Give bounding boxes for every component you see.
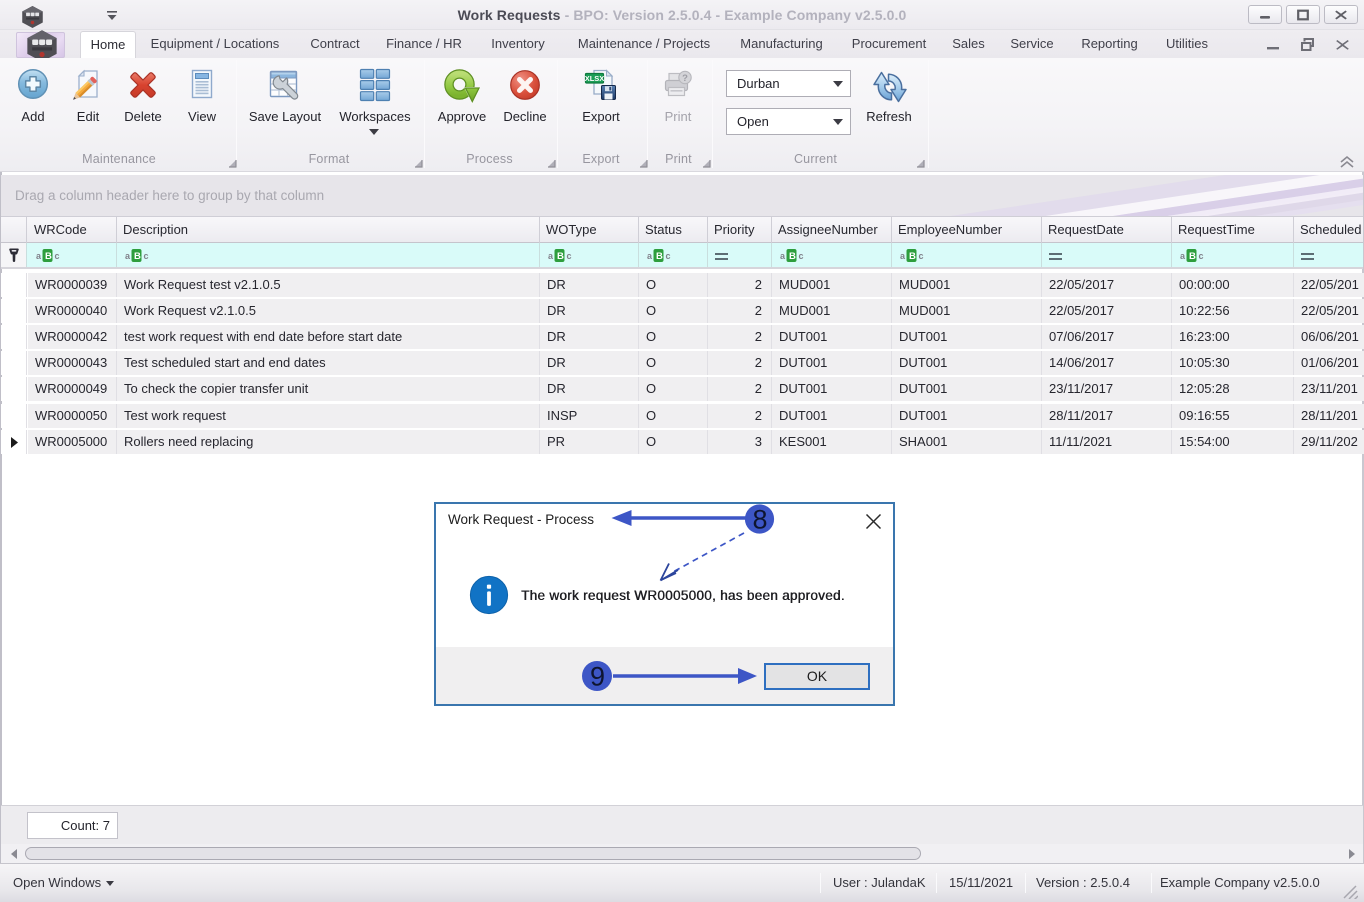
svg-text:a: a xyxy=(548,251,554,261)
svg-text:B: B xyxy=(557,251,564,262)
svg-text:a: a xyxy=(647,251,653,261)
svg-text:B: B xyxy=(789,251,796,262)
svg-text:c: c xyxy=(55,251,60,261)
svg-text:a: a xyxy=(125,251,131,261)
svg-text:c: c xyxy=(666,251,671,261)
svg-text:B: B xyxy=(1189,251,1196,262)
svg-text:B: B xyxy=(656,251,663,262)
svg-text:a: a xyxy=(780,251,786,261)
svg-text:c: c xyxy=(1199,251,1204,261)
svg-text:B: B xyxy=(45,251,52,262)
svg-text:?: ? xyxy=(682,73,688,84)
svg-text:c: c xyxy=(919,251,924,261)
svg-text:c: c xyxy=(144,251,149,261)
svg-text:a: a xyxy=(36,251,42,261)
svg-text:B: B xyxy=(909,251,916,262)
svg-text:a: a xyxy=(1180,251,1186,261)
svg-text:c: c xyxy=(567,251,572,261)
svg-text:a: a xyxy=(900,251,906,261)
svg-text:c: c xyxy=(799,251,804,261)
svg-text:XLSX: XLSX xyxy=(585,74,605,83)
svg-text:B: B xyxy=(134,251,141,262)
